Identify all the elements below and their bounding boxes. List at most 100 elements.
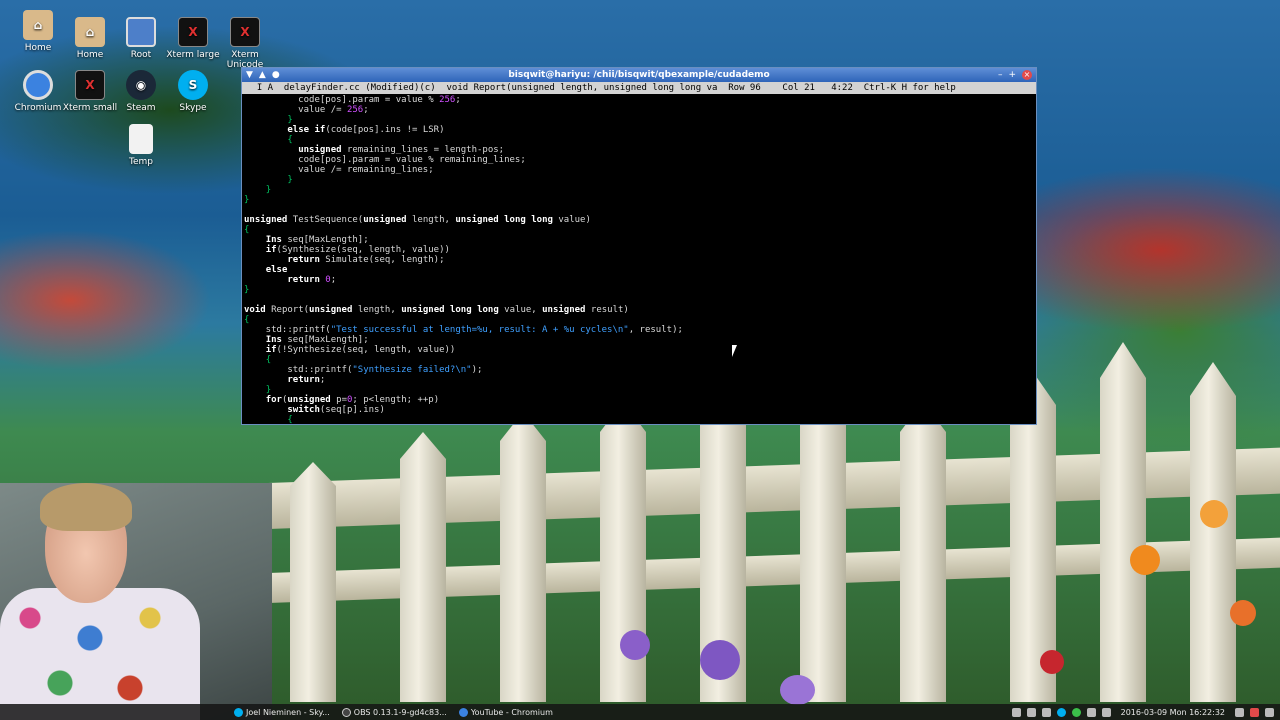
code-line: unsigned remaining_lines = length-pos;	[298, 145, 505, 155]
taskbar: Joel Nieminen - Sky... OBS 0.13.1-9-gd4c…	[0, 704, 1280, 720]
code-line: value /= remaining_lines;	[244, 165, 434, 175]
code-line: code[pos].param = value % 256;	[244, 95, 461, 105]
xterm-icon: X	[230, 17, 260, 47]
code-line: unsigned TestSequence(unsigned length, u…	[244, 215, 591, 225]
code-line: }	[287, 175, 293, 185]
status-icon[interactable]	[1071, 707, 1081, 717]
update-icon[interactable]	[1086, 707, 1096, 717]
editor-status-bar: I A delayFinder.cc (Modified)(c) void Re…	[242, 82, 1036, 94]
code-line: code[pos].param = value % remaining_line…	[244, 155, 526, 165]
flower	[780, 675, 815, 705]
code-line: return;	[287, 375, 326, 385]
network-icon[interactable]	[1026, 707, 1036, 717]
taskbar-item-label: OBS 0.13.1-9-gd4c83...	[353, 707, 447, 717]
code-line: }	[287, 115, 293, 125]
code-line: {	[265, 355, 272, 365]
desktop-icon-root[interactable]: Root	[111, 17, 171, 60]
desktop-icon-skype[interactable]: S Skype	[163, 70, 223, 113]
desktop-icon-xterm-unicode[interactable]: X Xterm Unicode	[215, 17, 275, 70]
steam-icon: ◉	[126, 70, 156, 100]
code-editor[interactable]: code[pos].param = value % 256; value /= …	[242, 94, 1036, 424]
close-icon[interactable]: ×	[1022, 70, 1032, 80]
taskbar-item-label: YouTube - Chromium	[470, 707, 553, 717]
file-icon	[129, 124, 153, 154]
code-line: switch(seq[p].ins)	[287, 405, 385, 415]
fence-picket	[1100, 342, 1146, 702]
desktop-icon-label: Temp	[129, 157, 153, 167]
chromium-icon	[458, 707, 468, 717]
code-line: return Simulate(seq, length);	[287, 255, 445, 265]
monitor-icon	[126, 17, 156, 47]
code-line: {	[287, 415, 293, 424]
desktop-icon-temp[interactable]: Temp	[111, 124, 171, 167]
desktop-icon-label: Xterm large	[166, 50, 220, 60]
maximize-icon[interactable]: +	[1008, 70, 1016, 80]
code-line: }	[244, 195, 250, 205]
code-line: for(unsigned p=0; p<length; ++p)	[265, 395, 440, 405]
home-folder-icon: ⌂	[75, 17, 105, 47]
steam-tray-icon[interactable]	[1101, 707, 1111, 717]
fence-picket	[900, 402, 946, 702]
code-line: value /= 256;	[244, 105, 369, 115]
xterm-icon: X	[75, 70, 105, 100]
minimize-icon[interactable]: –	[998, 70, 1003, 80]
flower	[1130, 545, 1160, 575]
fence-picket	[1190, 362, 1236, 702]
code-line: return 0;	[287, 275, 337, 285]
mouse-cursor-icon	[732, 345, 742, 357]
taskbar-item-chromium[interactable]: YouTube - Chromium	[453, 704, 559, 720]
show-desktop-icon[interactable]	[1265, 707, 1274, 717]
taskbar-item-obs[interactable]: OBS 0.13.1-9-gd4c83...	[336, 704, 453, 720]
taskbar-item-skype[interactable]: Joel Nieminen - Sky...	[228, 704, 336, 720]
shade-icon[interactable]: ▲	[259, 70, 266, 80]
desktop-icon-home[interactable]: ⌂ Home	[8, 10, 68, 53]
code-line: {	[244, 225, 250, 235]
terminal-window[interactable]: ▼ ▲ ● bisqwit@hariyu: /chii/bisqwit/qbex…	[241, 67, 1037, 425]
desktop-icon-xterm-large[interactable]: X Xterm large	[163, 17, 223, 60]
flower	[1230, 600, 1256, 626]
code-line: if(!Synthesize(seq, length, value))	[265, 345, 456, 355]
code-line: std::printf("Test successful at length=%…	[244, 325, 683, 335]
code-line: }	[244, 285, 250, 295]
clock[interactable]: 2016-03-09 Mon 16:22:32	[1117, 708, 1229, 717]
desktop-icon-label: Root	[130, 50, 152, 60]
obs-icon	[341, 707, 351, 717]
desktop-icon-label: Xterm small	[62, 103, 118, 113]
window-titlebar[interactable]: ▼ ▲ ● bisqwit@hariyu: /chii/bisqwit/qbex…	[242, 68, 1036, 82]
code-line: if(Synthesize(seq, length, value))	[265, 245, 450, 255]
code-line: Ins seq[MaxLength];	[265, 335, 369, 345]
desktop-icon-steam[interactable]: ◉ Steam	[111, 70, 171, 113]
webcam-person-hair	[40, 483, 132, 531]
code-line: else	[265, 265, 288, 275]
display-icon[interactable]	[1011, 707, 1021, 717]
desktop-icon-label: Chromium	[14, 103, 62, 113]
skype-tray-icon[interactable]	[1056, 707, 1066, 717]
logout-icon[interactable]	[1250, 707, 1259, 717]
webcam-person-shirt	[0, 588, 200, 720]
code-line: }	[265, 185, 272, 195]
sticky-icon[interactable]: ●	[272, 70, 280, 80]
code-line: std::printf("Synthesize failed?\n");	[244, 365, 483, 375]
taskbar-item-label: Joel Nieminen - Sky...	[246, 707, 330, 717]
desktop-icon-chromium[interactable]: Chromium	[8, 70, 68, 113]
xterm-icon: X	[178, 17, 208, 47]
fence-picket	[500, 412, 546, 702]
window-title: bisqwit@hariyu: /chii/bisqwit/qbexample/…	[508, 70, 770, 80]
fence-picket	[400, 432, 446, 702]
fence-picket	[800, 382, 846, 702]
volume-icon[interactable]	[1041, 707, 1051, 717]
refresh-icon[interactable]	[1235, 707, 1244, 717]
home-folder-icon: ⌂	[23, 10, 53, 40]
flower	[620, 630, 650, 660]
skype-icon	[234, 707, 243, 717]
desktop-icon-label: Skype	[179, 103, 207, 113]
code-line: Ins seq[MaxLength];	[265, 235, 369, 245]
window-menu-icon[interactable]: ▼	[246, 70, 253, 80]
flower	[1200, 500, 1228, 528]
window-menu-controls: ▼ ▲ ●	[246, 70, 306, 80]
webcam-overlay	[0, 483, 272, 720]
code-line: else if(code[pos].ins != LSR)	[287, 125, 445, 135]
system-tray: 2016-03-09 Mon 16:22:32	[1011, 707, 1280, 717]
